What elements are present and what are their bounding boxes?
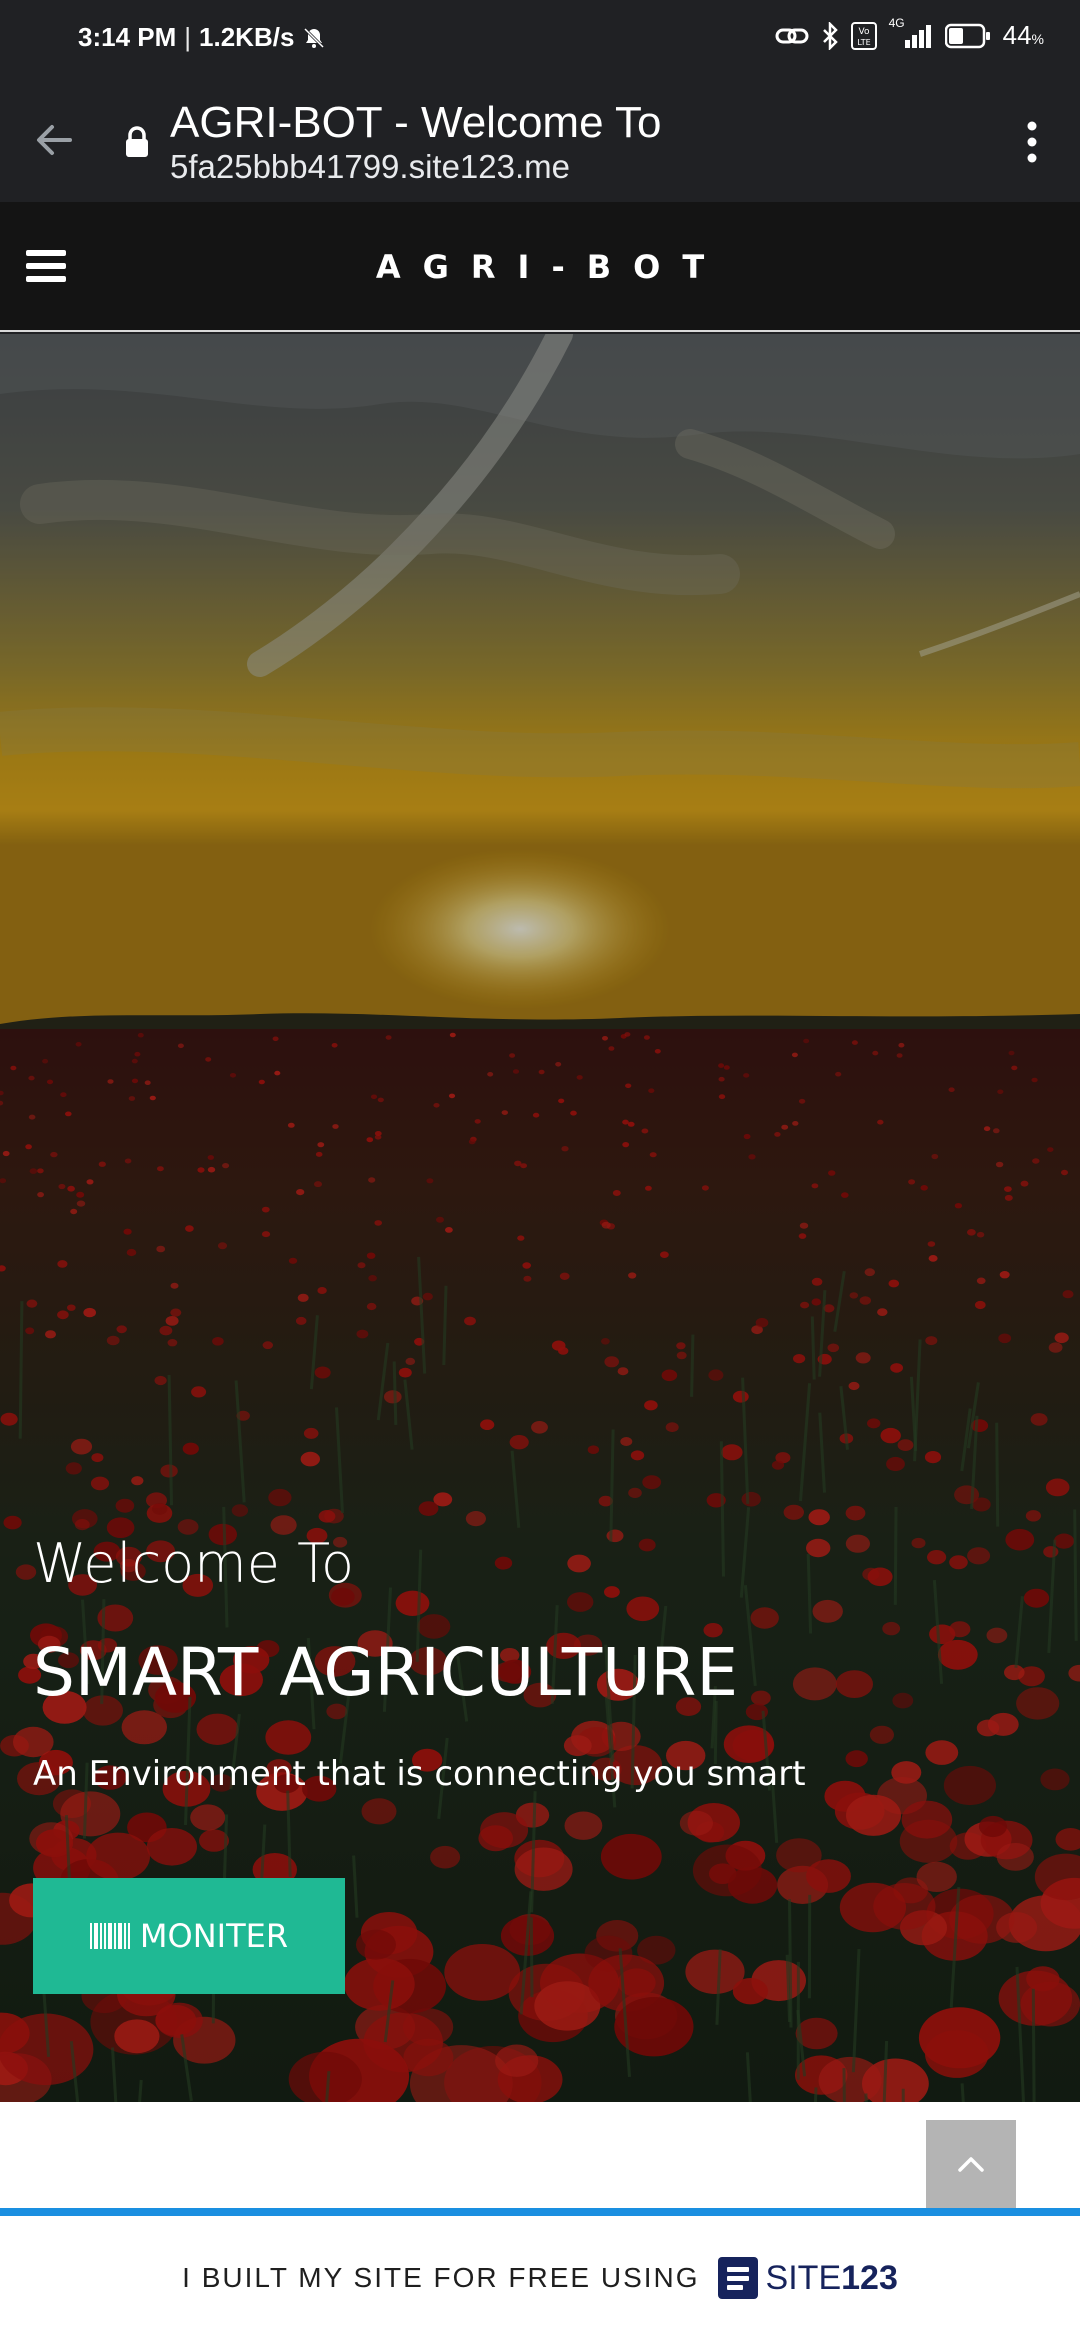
chevron-up-icon	[958, 2157, 984, 2172]
site-brand[interactable]: AGRI-BOT	[0, 248, 1080, 286]
status-separator: |	[184, 22, 192, 52]
signal-strength: 4G	[889, 16, 933, 50]
more-options-icon[interactable]	[1010, 116, 1054, 168]
promo-text: I BUILT MY SITE FOR FREE USING	[182, 2262, 700, 2293]
signal-icon	[904, 24, 931, 48]
content-area	[0, 2102, 1080, 2210]
status-right: Vo LTE 4G 44%	[775, 16, 1044, 51]
site-header: AGRI-BOT	[0, 202, 1080, 332]
status-bar: 3:14 PM | 1.2KB/s Vo LTE 4G 44%	[0, 0, 1080, 78]
status-speed: 1.2KB/s	[199, 22, 295, 52]
hero-subtitle: An Environment that is connecting you sm…	[33, 1754, 806, 1794]
moniter-button-label: MONITER	[139, 1917, 289, 1955]
barcode-icon	[89, 1923, 130, 1949]
svg-text:Vo: Vo	[858, 27, 869, 37]
site123-logo-text: SITE123	[765, 2258, 898, 2297]
scroll-to-top-button[interactable]	[926, 2120, 1016, 2208]
page-title[interactable]: AGRI-BOT - Welcome To	[170, 98, 661, 148]
hero-welcome-text: Welcome To	[33, 1532, 355, 1595]
battery-icon	[944, 23, 990, 48]
site123-promo-bar[interactable]: I BUILT MY SITE FOR FREE USING SITE123	[0, 2208, 1080, 2340]
hero-title: SMART AGRICULTURE	[33, 1634, 739, 1711]
volte-icon: Vo LTE	[850, 21, 877, 50]
bluetooth-icon	[822, 21, 838, 50]
bell-off-icon	[304, 27, 325, 48]
site123-logo[interactable]: SITE123	[717, 2257, 898, 2299]
site123-logo-icon	[717, 2257, 758, 2299]
hero-overlay	[0, 334, 1080, 2102]
battery-percent: 44%	[1002, 20, 1044, 50]
status-left: 3:14 PM | 1.2KB/s	[78, 22, 326, 53]
status-time: 3:14 PM	[78, 22, 177, 52]
hero-section: Welcome To SMART AGRICULTURE An Environm…	[0, 334, 1080, 2102]
svg-text:LTE: LTE	[857, 38, 870, 47]
moniter-button[interactable]: MONITER	[33, 1878, 345, 1994]
link-icon	[775, 28, 809, 43]
back-arrow-icon[interactable]	[30, 116, 78, 164]
lock-icon[interactable]	[124, 126, 150, 158]
browser-toolbar: AGRI-BOT - Welcome To 5fa25bbb41799.site…	[0, 78, 1080, 202]
page-url[interactable]: 5fa25bbb41799.site123.me	[170, 148, 570, 186]
